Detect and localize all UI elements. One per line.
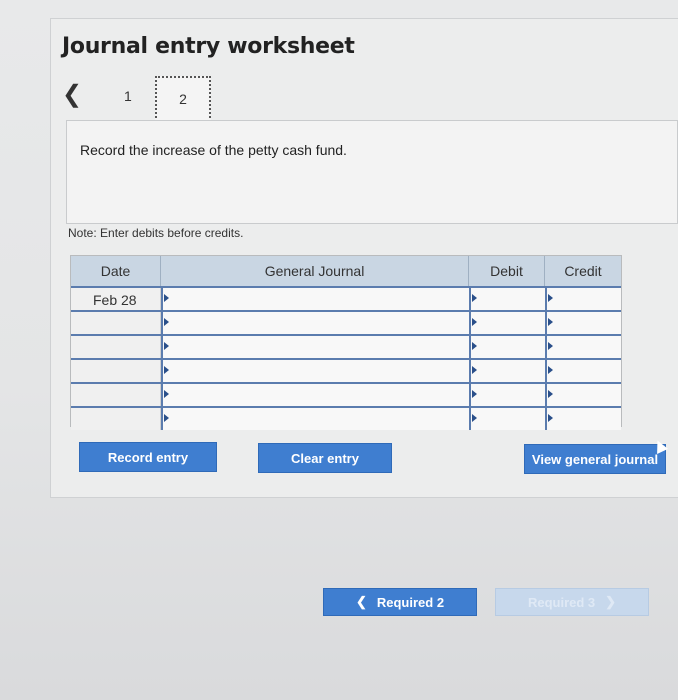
dropdown-arrow-icon [164,294,169,302]
header-general-journal: General Journal [161,256,469,286]
dropdown-arrow-icon [472,318,477,326]
account-input[interactable] [161,312,469,334]
row-date: Feb 28 [71,288,161,310]
credit-input[interactable] [545,360,621,382]
chevron-right-icon: ❯ [605,594,617,609]
page-2-button[interactable]: 2 [155,76,211,122]
account-input[interactable] [161,384,469,406]
dropdown-arrow-icon [548,366,553,374]
row-date [71,408,161,430]
debit-input[interactable] [469,408,545,430]
note-text: Note: Enter debits before credits. [68,226,244,240]
dropdown-arrow-icon [548,318,553,326]
table-row [71,358,621,382]
row-date [71,360,161,382]
dropdown-arrow-icon [164,342,169,350]
debit-input[interactable] [469,336,545,358]
required-2-label: Required 2 [376,594,445,610]
journal-table: Date General Journal Debit Credit Feb 28 [70,255,622,430]
dropdown-arrow-icon [164,318,169,326]
dropdown-arrow-icon [548,390,553,398]
required-3-button: Required 3 ❯ [495,588,649,616]
table-row: Feb 28 [71,286,621,310]
dropdown-arrow-icon [472,294,477,302]
debit-input[interactable] [469,384,545,406]
credit-input[interactable] [545,336,621,358]
account-input[interactable] [161,288,469,310]
dropdown-arrow-icon [472,390,477,398]
required-2-button[interactable]: ❮ Required 2 [323,588,477,616]
header-debit: Debit [469,256,545,286]
page-1-button[interactable]: 1 [124,88,132,104]
dropdown-arrow-icon [548,414,553,422]
chevron-left-icon[interactable]: ❮ [62,80,82,109]
table-row [71,406,621,430]
table-row [71,334,621,358]
table-row [71,382,621,406]
dropdown-arrow-icon [472,366,477,374]
debit-input[interactable] [469,288,545,310]
dropdown-arrow-icon [548,342,553,350]
instruction-box [66,120,678,224]
dropdown-arrow-icon [548,294,553,302]
header-date: Date [71,256,161,286]
account-input[interactable] [161,408,469,430]
dropdown-arrow-icon [164,366,169,374]
credit-input[interactable] [545,312,621,334]
dropdown-arrow-icon [472,414,477,422]
credit-input[interactable] [545,408,621,430]
credit-input[interactable] [545,288,621,310]
row-date [71,312,161,334]
required-3-label: Required 3 [527,594,596,610]
debit-input[interactable] [469,312,545,334]
dropdown-arrow-icon [164,390,169,398]
record-entry-button[interactable]: Record entry [79,442,217,472]
page-title: Journal entry worksheet [62,34,355,59]
chevron-left-icon: ❮ [355,594,367,609]
header-credit: Credit [545,256,621,286]
instruction-text: Record the increase of the petty cash fu… [80,142,347,158]
view-general-journal-button[interactable]: View general journal [524,444,666,474]
account-input[interactable] [161,360,469,382]
dropdown-arrow-icon [472,342,477,350]
credit-input[interactable] [545,384,621,406]
dropdown-arrow-icon [164,414,169,422]
clear-entry-button[interactable]: Clear entry [258,443,392,473]
debit-input[interactable] [469,360,545,382]
row-date [71,336,161,358]
row-date [71,384,161,406]
account-input[interactable] [161,336,469,358]
table-row [71,310,621,334]
